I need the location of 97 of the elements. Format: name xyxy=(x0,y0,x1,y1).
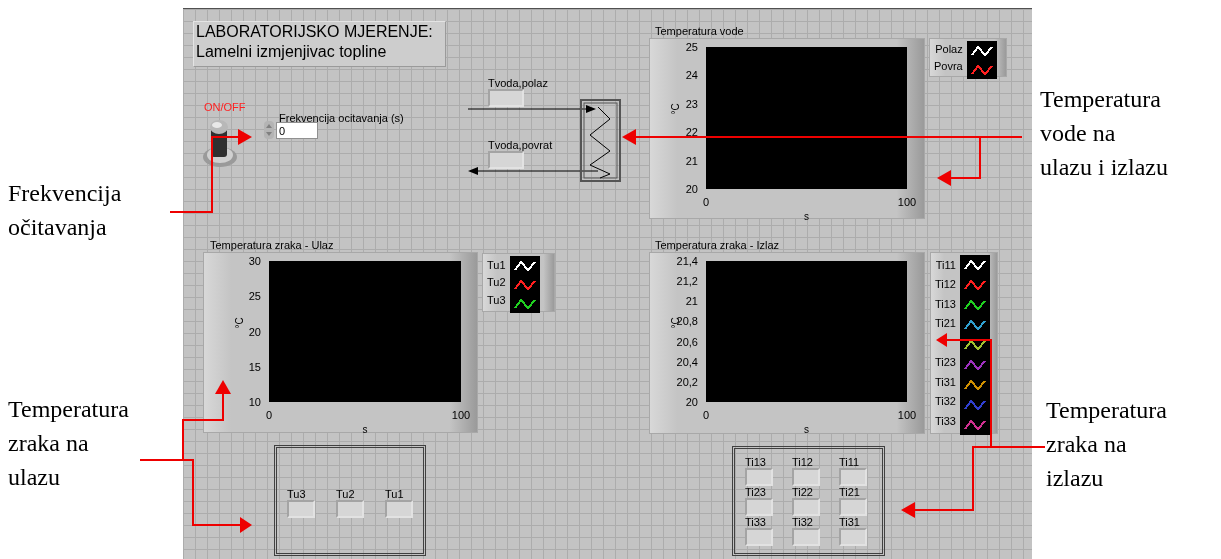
legend-label: Tu3 xyxy=(487,292,507,308)
legend-swatch-icon xyxy=(963,258,987,272)
y-tick-label: 25 xyxy=(685,41,698,53)
numeric-indicator xyxy=(488,89,524,107)
legend-label: Polaz xyxy=(934,42,964,57)
frequency-input[interactable]: 0 xyxy=(276,122,318,139)
legend-label: Ti11 xyxy=(935,257,957,273)
annotation-text: Temperatura zraka na izlazu xyxy=(1046,396,1167,493)
chart-title: Temperatura vode xyxy=(655,26,744,37)
y-tick-label: 20 xyxy=(685,183,698,195)
numeric-indicator xyxy=(792,528,820,546)
legend-swatch-icon xyxy=(963,378,987,392)
y-tick-label: 20,4 xyxy=(676,356,698,368)
legend-swatch-icon xyxy=(512,296,537,311)
legend-swatch-icon xyxy=(963,298,987,312)
y-tick-label: 20,6 xyxy=(676,336,698,348)
legend-label: Tu2 xyxy=(487,275,507,291)
legend-swatch-icon xyxy=(963,338,987,352)
numeric-indicator xyxy=(745,528,773,546)
annotation-text: Temperatura zraka na ulazu xyxy=(8,395,129,492)
x-tick-label: 100 xyxy=(897,197,917,208)
indicator-label: Ti31 xyxy=(839,516,860,528)
indicator-label: Ti21 xyxy=(839,486,860,498)
legend-label: Ti13 xyxy=(935,296,957,312)
switch-label: ON/OFF xyxy=(204,102,246,113)
legend-label: Ti12 xyxy=(935,277,957,293)
indicator-label: Tvoda,polaz xyxy=(488,77,548,89)
legend-label: Tu1 xyxy=(487,257,507,273)
title-label: LABORATORIJSKO MJERENJE: Lamelni izmjenjivac topline xyxy=(193,21,446,67)
y-tick-label: 21 xyxy=(685,155,698,167)
legend-label: Ti21 xyxy=(935,316,957,332)
numeric-indicator xyxy=(792,468,820,486)
indicator-label: Ti13 xyxy=(745,456,766,468)
x-axis-label: s xyxy=(804,212,809,222)
x-tick-label: 100 xyxy=(451,410,471,421)
numeric-indicator xyxy=(385,500,413,518)
legend-label: Ti23 xyxy=(935,355,957,371)
y-tick-label: 30 xyxy=(248,255,261,267)
legend-label: Ti32 xyxy=(935,394,957,410)
numeric-indicator xyxy=(488,151,524,169)
x-tick-label: 100 xyxy=(897,410,917,421)
legend-swatch-icon xyxy=(963,278,987,292)
numeric-indicator xyxy=(287,500,315,518)
indicator-label: Ti33 xyxy=(745,516,766,528)
numeric-indicator xyxy=(336,500,364,518)
annotation-text: Frekvencija očitavanja xyxy=(8,179,122,242)
legend-swatch-icon xyxy=(963,418,987,432)
y-tick-label: 24 xyxy=(685,69,698,81)
numeric-indicator xyxy=(839,528,867,546)
heat-exchanger-icon xyxy=(580,99,621,182)
indicator-label: Ti32 xyxy=(792,516,813,528)
legend-label: Povra xyxy=(934,58,964,74)
y-tick-label: 21 xyxy=(685,295,698,307)
legend-swatch-icon xyxy=(969,62,994,77)
numeric-indicator xyxy=(745,498,773,516)
y-axis-label: °C xyxy=(234,316,245,329)
legend-swatch-icon xyxy=(963,398,987,412)
indicator-label: Ti23 xyxy=(745,486,766,498)
control-label: Frekvencija ocitavanja (s) xyxy=(279,113,404,124)
y-tick-label: 15 xyxy=(248,361,261,373)
legend-swatch-icon xyxy=(963,358,987,372)
indicator-label: Tu1 xyxy=(385,488,404,500)
numeric-indicator xyxy=(792,498,820,516)
y-tick-label: 20 xyxy=(685,396,698,408)
legend-label: Ti31 xyxy=(935,374,957,390)
indicator-label: Tu2 xyxy=(336,488,355,500)
y-axis-label: °C xyxy=(670,103,681,115)
annotation-text: Temperatura vode na ulazu i izlazu xyxy=(1040,85,1168,182)
x-axis-label: s xyxy=(804,425,809,435)
x-tick-label: 0 xyxy=(702,410,710,421)
y-tick-label: 22 xyxy=(685,126,698,138)
x-axis-label: s xyxy=(362,425,368,435)
numeric-indicator xyxy=(839,468,867,486)
y-tick-label: 25 xyxy=(248,290,261,302)
y-tick-label: 21,4 xyxy=(676,255,698,267)
chart-title: Temperatura zraka - Izlaz xyxy=(655,240,780,251)
y-tick-label: 23 xyxy=(685,98,698,110)
legend-label: Ti33 xyxy=(935,414,957,430)
legend-swatch-icon xyxy=(969,43,994,58)
x-tick-label: 0 xyxy=(265,410,273,421)
y-tick-label: 20 xyxy=(248,326,261,337)
x-tick-label: 0 xyxy=(702,197,710,208)
y-tick-label: 20,2 xyxy=(676,376,698,388)
indicator-label: Ti12 xyxy=(792,456,813,468)
indicator-label: Tu3 xyxy=(287,488,306,500)
numeric-indicator xyxy=(745,468,773,486)
indicator-label: Ti22 xyxy=(792,486,813,498)
legend-swatch-icon xyxy=(512,258,537,273)
indicator-label: Ti11 xyxy=(839,456,860,468)
numeric-indicator xyxy=(839,498,867,516)
indicator-label: Tvoda,povrat xyxy=(488,139,553,151)
y-tick-label: 10 xyxy=(248,396,261,408)
y-tick-label: 21,2 xyxy=(676,275,698,287)
legend-swatch-icon xyxy=(512,277,537,292)
legend-swatch-icon xyxy=(963,318,987,332)
chart-title: Temperatura zraka - Ulaz xyxy=(210,240,334,251)
y-tick-label: 20,8 xyxy=(676,315,698,327)
